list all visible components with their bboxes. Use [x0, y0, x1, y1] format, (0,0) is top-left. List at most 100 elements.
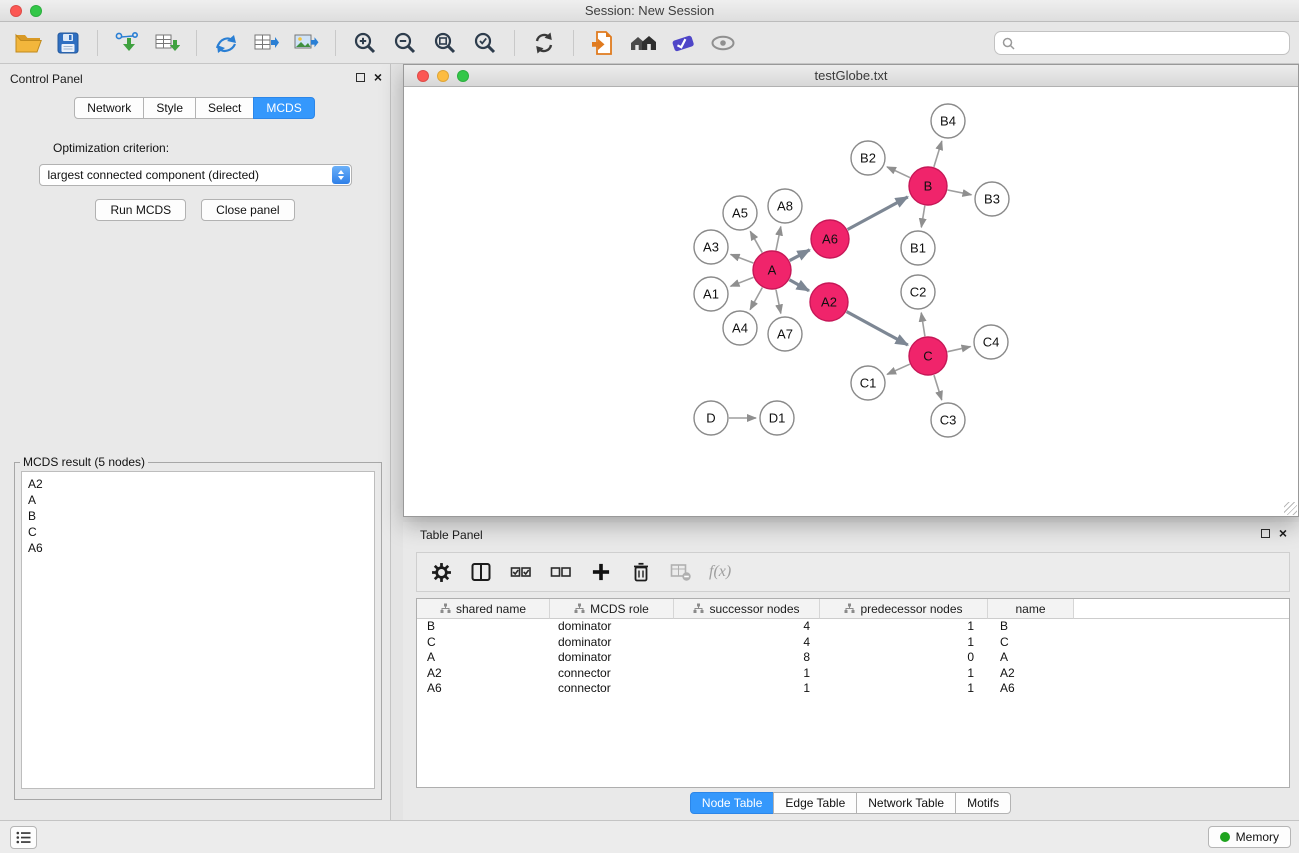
- graph-edge[interactable]: [776, 227, 781, 251]
- graph-node-C2[interactable]: C2: [901, 275, 935, 309]
- graph-edge[interactable]: [921, 206, 924, 228]
- graph-node-A8[interactable]: A8: [768, 189, 802, 223]
- table-cell[interactable]: 4: [674, 635, 820, 651]
- memory-button[interactable]: Memory: [1208, 826, 1291, 848]
- column-header-shared-name[interactable]: shared name: [417, 599, 550, 619]
- graph-node-B2[interactable]: B2: [851, 141, 885, 175]
- column-header-successor-nodes[interactable]: successor nodes: [674, 599, 820, 619]
- table-cell[interactable]: 1: [820, 681, 988, 697]
- network-minimize-button[interactable]: [437, 70, 449, 82]
- column-header-predecessor-nodes[interactable]: predecessor nodes: [820, 599, 988, 619]
- table-row[interactable]: Bdominator41B: [417, 619, 1289, 635]
- graph-edge[interactable]: [948, 190, 972, 195]
- graph-edge[interactable]: [790, 250, 810, 261]
- table-cell[interactable]: 0: [820, 650, 988, 666]
- zoom-fit-button[interactable]: [425, 26, 465, 60]
- run-mcds-button[interactable]: Run MCDS: [95, 199, 186, 221]
- table-cell[interactable]: 1: [674, 681, 820, 697]
- table-cell[interactable]: 1: [674, 666, 820, 682]
- graph-node-A6[interactable]: A6: [811, 220, 849, 258]
- graph-edge[interactable]: [731, 277, 754, 286]
- graph-node-C3[interactable]: C3: [931, 403, 965, 437]
- table-mode-button[interactable]: [429, 559, 453, 585]
- graph-node-A2[interactable]: A2: [810, 283, 848, 321]
- graph-edge[interactable]: [887, 167, 910, 178]
- table-cell[interactable]: 4: [674, 619, 820, 635]
- network-zoom-button[interactable]: [457, 70, 469, 82]
- criterion-dropdown[interactable]: largest connected component (directed): [39, 164, 352, 186]
- table-row[interactable]: A6connector11A6: [417, 681, 1289, 697]
- table-row[interactable]: A2connector11A2: [417, 666, 1289, 682]
- column-header-mcds-role[interactable]: MCDS role: [550, 599, 674, 619]
- graph-node-A4[interactable]: A4: [723, 311, 757, 345]
- show-columns-button[interactable]: [469, 559, 493, 585]
- apply-layout-button[interactable]: [524, 26, 564, 60]
- table-cell[interactable]: dominator: [550, 635, 674, 651]
- graph-node-B[interactable]: B: [909, 167, 947, 205]
- graph-edge[interactable]: [750, 288, 762, 310]
- table-cell[interactable]: 8: [674, 650, 820, 666]
- graph-edge[interactable]: [934, 375, 942, 400]
- tab-edge-table[interactable]: Edge Table: [773, 792, 857, 814]
- mcds-result-item[interactable]: B: [28, 508, 368, 524]
- network-window-titlebar[interactable]: testGlobe.txt: [404, 65, 1298, 87]
- close-panel-button[interactable]: Close panel: [201, 199, 294, 221]
- export-table-button[interactable]: [246, 26, 286, 60]
- table-cell[interactable]: A2: [988, 666, 1074, 682]
- save-session-button[interactable]: [48, 26, 88, 60]
- add-column-button[interactable]: [589, 559, 613, 585]
- network-close-button[interactable]: [417, 70, 429, 82]
- deselect-all-button[interactable]: [549, 559, 573, 585]
- table-cell[interactable]: dominator: [550, 650, 674, 666]
- graph-edge[interactable]: [934, 141, 942, 167]
- mcds-result-item[interactable]: A6: [28, 540, 368, 556]
- select-all-button[interactable]: [509, 559, 533, 585]
- tab-style[interactable]: Style: [143, 97, 196, 119]
- graph-node-B4[interactable]: B4: [931, 104, 965, 138]
- table-cell[interactable]: dominator: [550, 619, 674, 635]
- open-session-button[interactable]: [8, 26, 48, 60]
- graph-node-A1[interactable]: A1: [694, 277, 728, 311]
- zoom-out-button[interactable]: [385, 26, 425, 60]
- table-cell[interactable]: connector: [550, 666, 674, 682]
- graph-node-C4[interactable]: C4: [974, 325, 1008, 359]
- delete-table-button[interactable]: [669, 559, 693, 585]
- graph-node-C1[interactable]: C1: [851, 366, 885, 400]
- graph-edge[interactable]: [847, 312, 908, 345]
- float-panel-button[interactable]: [356, 73, 365, 82]
- delete-column-button[interactable]: [629, 559, 653, 585]
- document-share-button[interactable]: [583, 26, 623, 60]
- badge-button[interactable]: [663, 26, 703, 60]
- close-panel-x-button[interactable]: ×: [374, 72, 382, 82]
- graph-node-A3[interactable]: A3: [694, 230, 728, 264]
- table-cell[interactable]: 1: [820, 635, 988, 651]
- table-cell[interactable]: C: [417, 635, 550, 651]
- table-cell[interactable]: C: [988, 635, 1074, 651]
- mcds-result-item[interactable]: A2: [28, 476, 368, 492]
- float-table-panel-button[interactable]: [1261, 529, 1270, 538]
- mcds-result-item[interactable]: C: [28, 524, 368, 540]
- task-history-button[interactable]: [10, 826, 37, 849]
- graph-edge[interactable]: [776, 290, 781, 314]
- close-window-button[interactable]: [10, 5, 22, 17]
- graph-edge[interactable]: [887, 364, 910, 374]
- tab-node-table[interactable]: Node Table: [690, 792, 775, 814]
- table-cell[interactable]: 1: [820, 666, 988, 682]
- tab-mcds[interactable]: MCDS: [253, 97, 314, 119]
- table-cell[interactable]: 1: [820, 619, 988, 635]
- search-input[interactable]: [1020, 36, 1282, 50]
- close-table-panel-button[interactable]: ×: [1279, 528, 1287, 538]
- tab-select[interactable]: Select: [195, 97, 254, 119]
- graph-edge[interactable]: [750, 231, 762, 252]
- import-network-button[interactable]: [107, 26, 147, 60]
- table-cell[interactable]: B: [417, 619, 550, 635]
- table-cell[interactable]: A2: [417, 666, 550, 682]
- graph-node-A5[interactable]: A5: [723, 196, 757, 230]
- table-row[interactable]: Adominator80A: [417, 650, 1289, 666]
- search-box[interactable]: [994, 31, 1290, 55]
- graph-node-D[interactable]: D: [694, 401, 728, 435]
- table-cell[interactable]: connector: [550, 681, 674, 697]
- graph-edge[interactable]: [789, 280, 809, 291]
- graph-node-B1[interactable]: B1: [901, 231, 935, 265]
- graph-node-A[interactable]: A: [753, 251, 791, 289]
